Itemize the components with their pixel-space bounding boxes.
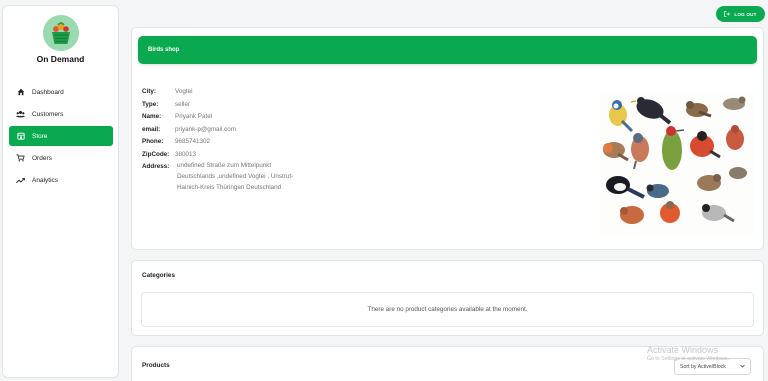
- sidebar: On Demand Dashboard Customers Store Orde…: [2, 5, 119, 378]
- address-line: Deutschlands ,undefined Vogtei , Unstrut…: [177, 172, 294, 180]
- zip-label: ZipCode:: [142, 150, 170, 158]
- name-label: Name:: [142, 113, 162, 120]
- address-value: undefined Straße zum Mittelpunkt Deutsch…: [175, 161, 300, 191]
- brand-title: On Demand: [36, 54, 85, 64]
- type-value: seller: [175, 100, 191, 108]
- shop-info: City: Vogtei Type: seller Name: Priyank Pat…: [142, 88, 300, 191]
- email-label: email:: [142, 125, 161, 133]
- sidebar-item-analytics[interactable]: Analytics: [9, 170, 113, 190]
- categories-empty-state: There are no product categories availabl…: [141, 292, 754, 327]
- store-icon: [16, 132, 25, 141]
- chevron-down-icon: [740, 364, 745, 370]
- logout-label: LOG OUT: [734, 11, 757, 17]
- watermark-subtitle: Go to Settings to activate Windows.: [647, 356, 729, 362]
- owner-value: Priyank Patel: [175, 113, 213, 120]
- sidebar-item-store[interactable]: Store: [9, 126, 113, 146]
- type-label: Type:: [142, 100, 159, 108]
- sidebar-item-label: Dashboard: [32, 88, 64, 96]
- products-title: Products: [142, 362, 170, 369]
- home-icon: [16, 88, 25, 97]
- sidebar-nav: Dashboard Customers Store Orders Analyti…: [9, 82, 113, 192]
- city-value: Vogtei: [175, 88, 193, 95]
- email-value: priyank-p@gmail.com: [175, 125, 236, 133]
- phone-label: Phone:: [142, 138, 164, 145]
- logout-button[interactable]: LOG OUT: [716, 6, 765, 22]
- shop-name: Birds shop: [148, 47, 180, 53]
- sidebar-item-label: Store: [32, 132, 48, 140]
- empty-message: There are no product categories availabl…: [367, 306, 528, 313]
- trend-icon: [16, 176, 25, 185]
- logout-icon: [724, 11, 731, 17]
- address-line: undefined Straße zum Mittelpunkt: [177, 162, 272, 169]
- sidebar-item-orders[interactable]: Orders: [9, 148, 113, 168]
- sidebar-item-label: Analytics: [32, 176, 59, 184]
- sidebar-item-customers[interactable]: Customers: [9, 104, 113, 124]
- phone-value: 9685741302: [175, 138, 211, 145]
- shop-header: Birds shop: [138, 36, 757, 64]
- shop-image: [600, 93, 755, 236]
- users-icon: [16, 110, 25, 119]
- watermark-title: Activate Windows: [647, 345, 719, 355]
- brand-logo: [43, 15, 79, 51]
- sidebar-item-label: Customers: [32, 110, 64, 118]
- categories-title: Categories: [142, 272, 176, 279]
- cart-icon: [16, 154, 25, 163]
- address-line: Hainich-Kreis Thüringen Deutschland: [177, 183, 282, 191]
- sidebar-item-dashboard[interactable]: Dashboard: [9, 82, 113, 102]
- sidebar-item-label: Orders: [32, 154, 52, 162]
- sort-value: Sort by Active/Block: [680, 363, 726, 370]
- address-label: Address:: [142, 163, 170, 170]
- city-label: City:: [142, 88, 156, 95]
